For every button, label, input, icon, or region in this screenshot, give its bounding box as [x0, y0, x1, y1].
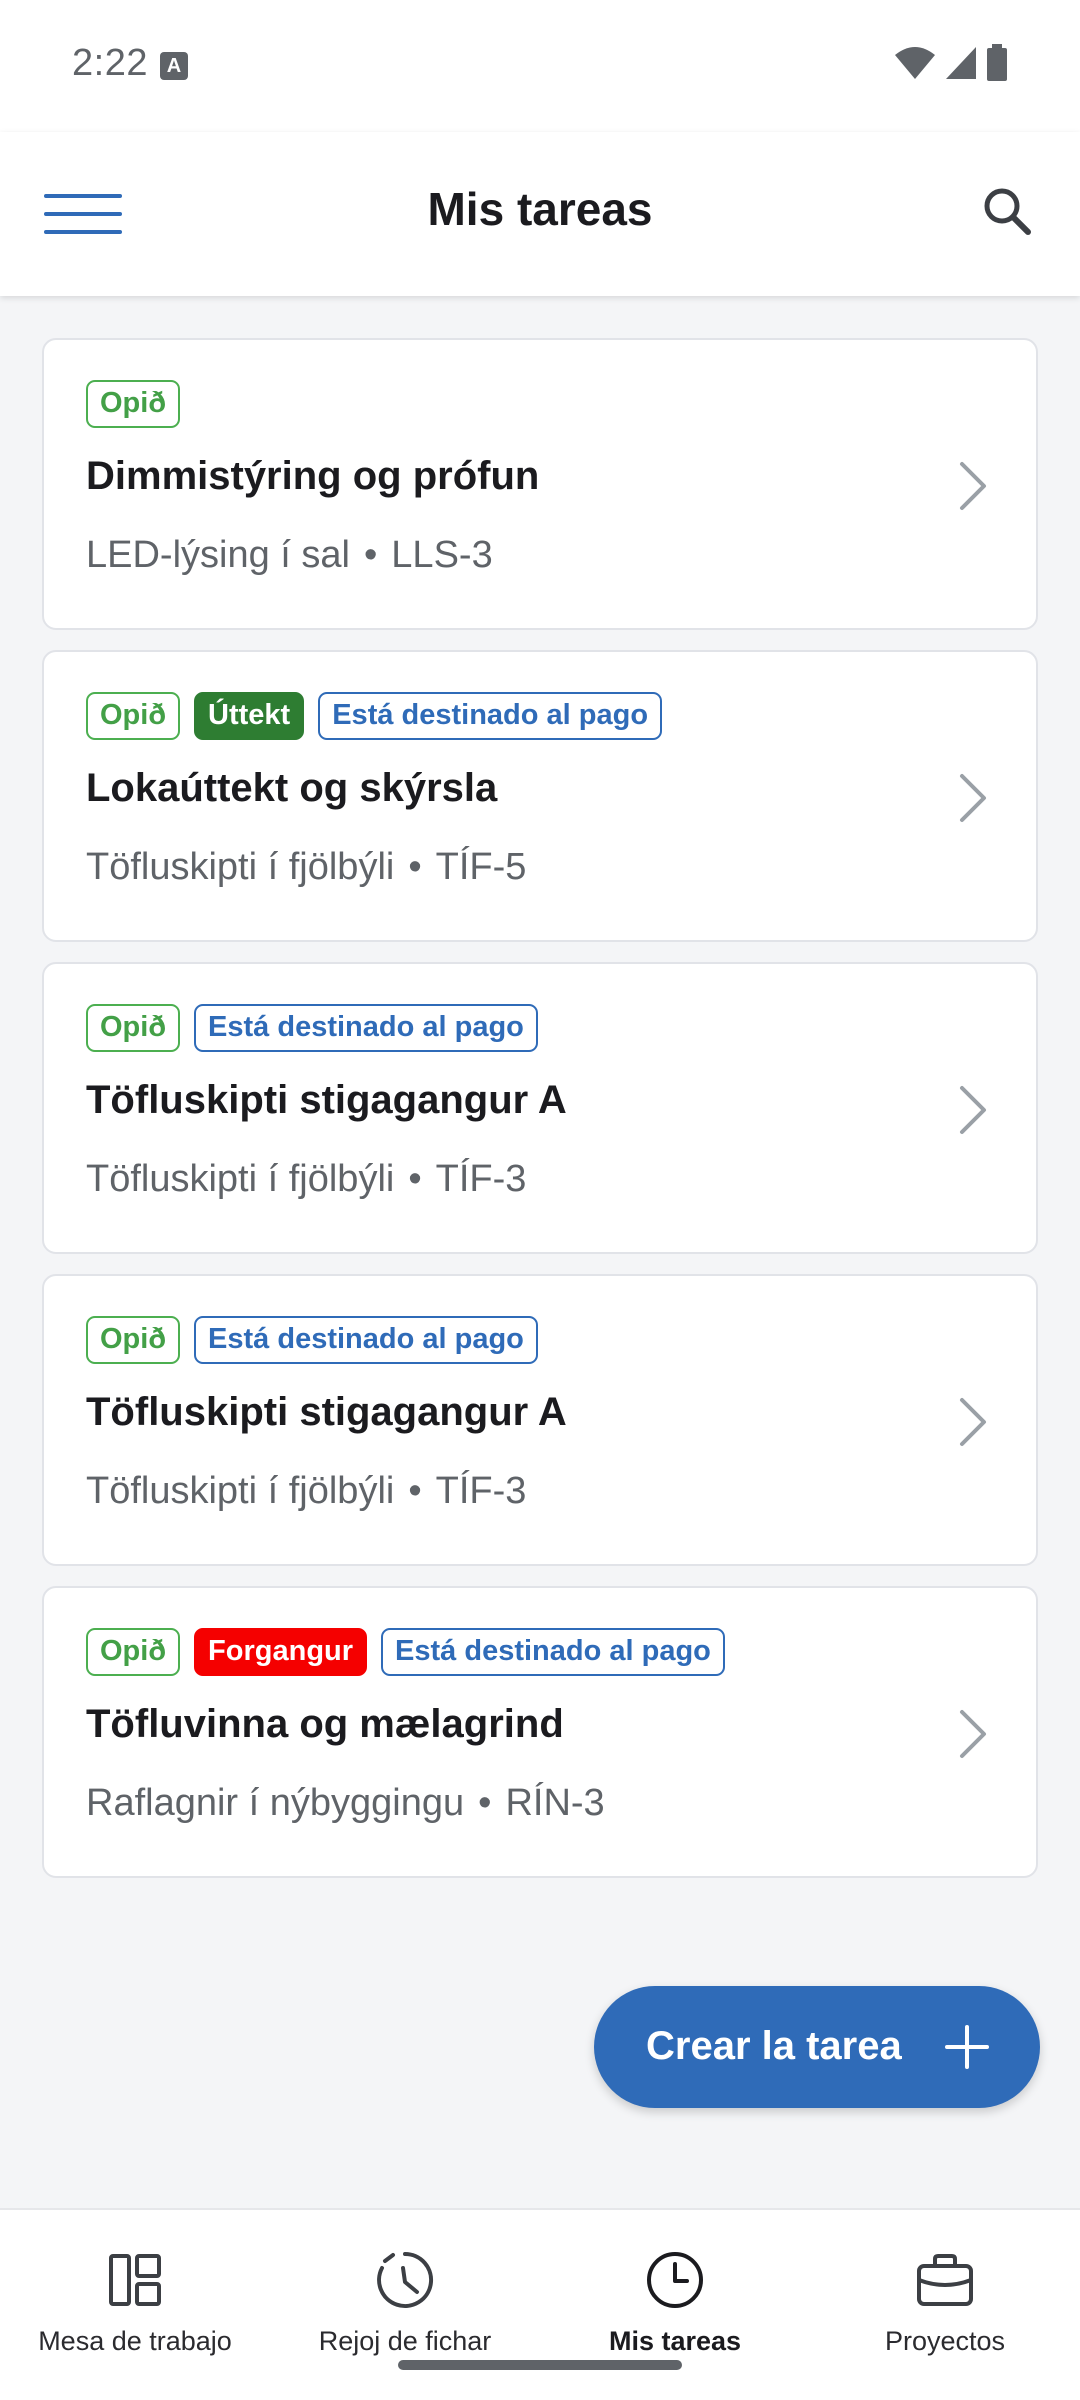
clock-icon [647, 2252, 703, 2308]
status-bar: 2:22 A [0, 0, 1080, 132]
chevron-right-icon [960, 1086, 986, 1134]
task-badges: Opið [86, 380, 181, 428]
app-bar: Mis tareas [0, 132, 1080, 296]
task-card[interactable]: Opið Úttekt Está destinado al pago Lokaútte… [42, 650, 1038, 942]
task-title: Töfluskipti stigagangur A [86, 1390, 567, 1434]
task-badges: Opið Está destinado al pago [86, 1004, 538, 1052]
wifi-icon [895, 47, 935, 79]
task-code: TÍF-3 [435, 1470, 527, 1512]
task-card[interactable]: Opið Dimmistýring og prófun LED-lýsing í s… [42, 338, 1038, 630]
task-code: RÍN-3 [505, 1782, 605, 1824]
status-icons [894, 44, 1008, 82]
briefcase-icon [917, 2254, 973, 2306]
separator: • [478, 1782, 492, 1824]
task-badges: Opið Forgangur Está destinado al pago [86, 1628, 725, 1676]
status-badge-open: Opið [86, 1316, 181, 1364]
plus-icon [945, 2025, 989, 2069]
status-badge-inspected: Úttekt [194, 692, 305, 740]
create-task-label: Crear la tarea [646, 2024, 902, 2068]
task-subtitle: Raflagnir í nýbyggingu • RÍN-3 [86, 1782, 605, 1825]
payment-badge: Está destinado al pago [194, 1004, 538, 1052]
task-title: Töfluskipti stigagangur A [86, 1078, 567, 1122]
chevron-right-icon [960, 462, 986, 510]
nav-item-time-clock[interactable]: Rejoj de fichar [270, 2248, 540, 2378]
nav-label: Mesa de trabajo [38, 2326, 232, 2356]
task-project: LED-lýsing í sal [86, 534, 350, 576]
accessibility-notification-icon: A [160, 52, 188, 80]
task-card[interactable]: Opið Está destinado al pago Töfluskipti st… [42, 1274, 1038, 1566]
status-badge-open: Opið [86, 380, 181, 428]
create-task-button[interactable]: Crear la tarea [594, 1986, 1040, 2108]
task-title: Dimmistýring og prófun [86, 454, 540, 498]
status-badge-open: Opið [86, 692, 181, 740]
task-title: Töfluvinna og mælagrind [86, 1702, 564, 1746]
task-card[interactable]: Opið Está destinado al pago Töfluskipti st… [42, 962, 1038, 1254]
screen: 2:22 A Mis tareas Opið Dimmistýring og p… [0, 0, 1080, 2400]
search-button[interactable] [972, 176, 1044, 248]
task-code: TÍF-3 [435, 1158, 527, 1200]
task-badges: Opið Está destinado al pago [86, 1316, 538, 1364]
separator: • [408, 846, 422, 888]
priority-badge: Forgangur [194, 1628, 368, 1676]
task-subtitle: LED-lýsing í sal • LLS-3 [86, 534, 493, 577]
task-title: Lokaúttekt og skýrsla [86, 766, 498, 810]
status-badge-open: Opið [86, 1628, 181, 1676]
task-list: Opið Dimmistýring og prófun LED-lýsing í s… [42, 338, 1038, 1898]
chevron-right-icon [960, 1710, 986, 1758]
task-subtitle: Töfluskipti í fjölbýli • TÍF-3 [86, 1470, 526, 1513]
bottom-navigation: Mesa de trabajo Rejoj de fichar Mis tare… [0, 2208, 1080, 2400]
cell-signal-icon [946, 47, 976, 79]
payment-badge: Está destinado al pago [318, 692, 663, 740]
task-subtitle: Töfluskipti í fjölbýli • TÍF-5 [86, 846, 526, 889]
task-code: LLS-3 [391, 534, 493, 576]
status-badge-open: Opið [86, 1004, 181, 1052]
payment-badge: Está destinado al pago [194, 1316, 538, 1364]
task-badges: Opið Úttekt Está destinado al pago [86, 692, 663, 740]
separator: • [408, 1470, 422, 1512]
chevron-right-icon [960, 774, 986, 822]
task-project: Töfluskipti í fjölbýli [86, 1158, 395, 1200]
task-project: Töfluskipti í fjölbýli [86, 1470, 395, 1512]
task-card[interactable]: Opið Forgangur Está destinado al pago Töflu… [42, 1586, 1038, 1878]
battery-icon [987, 44, 1007, 81]
home-indicator[interactable] [398, 2360, 682, 2370]
search-icon [984, 188, 1031, 235]
separator: • [363, 534, 378, 576]
status-time: 2:22 [72, 42, 148, 84]
task-subtitle: Töfluskipti í fjölbýli • TÍF-3 [86, 1158, 526, 1201]
task-project: Töfluskipti í fjölbýli [86, 846, 395, 888]
page-title: Mis tareas [427, 183, 653, 235]
chevron-right-icon [960, 1398, 986, 1446]
nav-item-projects[interactable]: Proyectos [810, 2248, 1080, 2378]
separator: • [408, 1158, 422, 1200]
nav-label: Mis tareas [608, 2326, 742, 2356]
nav-item-my-tasks[interactable]: Mis tareas [540, 2248, 810, 2378]
task-code: TÍF-5 [435, 846, 527, 888]
nav-item-workbench[interactable]: Mesa de trabajo [0, 2248, 270, 2378]
nav-label: Proyectos [884, 2326, 1006, 2356]
dashboard-icon [109, 2254, 161, 2306]
nav-label: Rejoj de fichar [318, 2326, 492, 2356]
payment-badge: Está destinado al pago [381, 1628, 725, 1676]
task-project: Raflagnir í nýbyggingu [86, 1782, 465, 1824]
time-clock-icon [377, 2252, 434, 2308]
